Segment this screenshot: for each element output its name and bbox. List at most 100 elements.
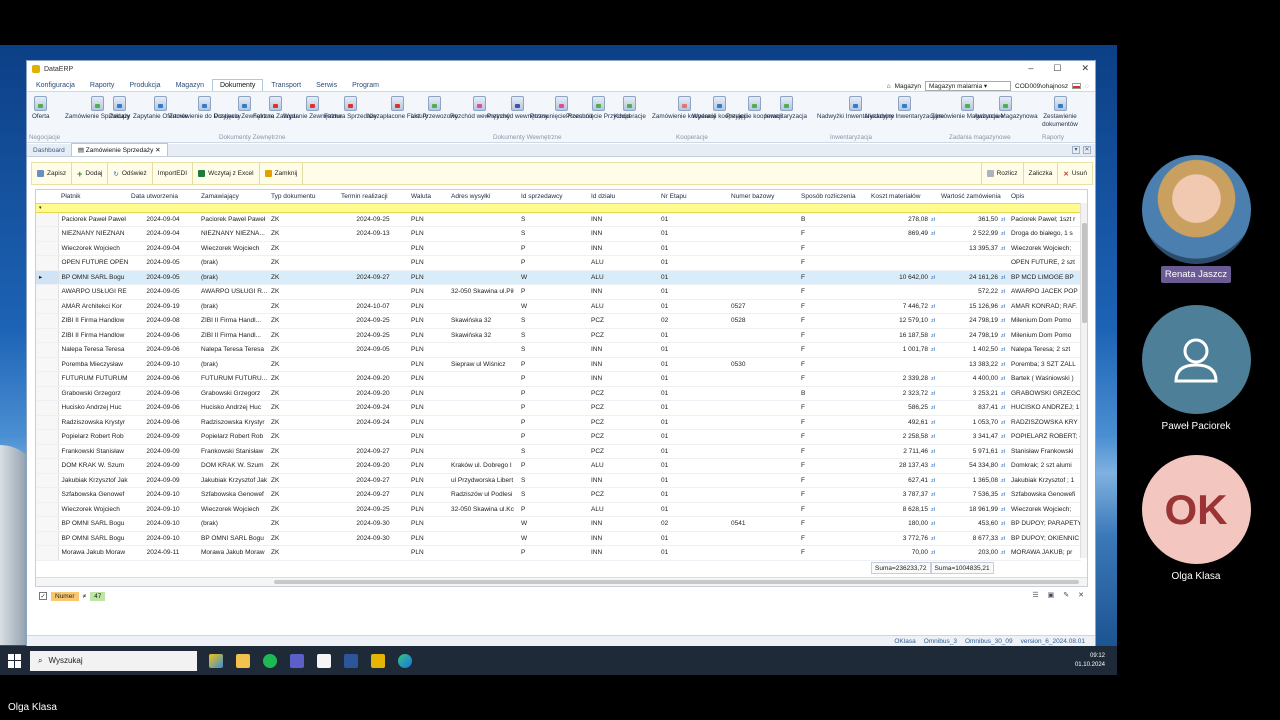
close-icon[interactable]: ✕ bbox=[1083, 146, 1091, 154]
document-icon[interactable] bbox=[317, 653, 331, 668]
row-indicator[interactable] bbox=[36, 284, 59, 300]
filter-cell[interactable] bbox=[728, 203, 798, 213]
row-indicator[interactable] bbox=[36, 299, 59, 314]
taskbar-clock[interactable]: 09:12 01.10.2024 bbox=[1075, 652, 1105, 670]
row-indicator[interactable] bbox=[36, 241, 59, 256]
close-doc-button[interactable]: Zamknij bbox=[260, 163, 304, 184]
filter-cell[interactable] bbox=[868, 203, 938, 213]
column-header[interactable]: Id działu bbox=[588, 190, 658, 204]
filter-cell[interactable] bbox=[938, 203, 1008, 213]
row-indicator[interactable] bbox=[36, 444, 59, 459]
column-header[interactable]: Opis bbox=[1008, 190, 1081, 204]
filter-cell[interactable] bbox=[658, 203, 728, 213]
column-header[interactable]: Sposób rozliczenia bbox=[798, 190, 868, 204]
warehouse-select[interactable]: Magazyn malarnia ▾ bbox=[925, 81, 1011, 91]
save-button[interactable]: Zapisz bbox=[32, 163, 73, 184]
filter-cell[interactable] bbox=[268, 203, 338, 213]
filter-cell[interactable] bbox=[338, 203, 408, 213]
row-indicator[interactable] bbox=[36, 226, 59, 242]
menu-item-2[interactable]: Produkcja bbox=[122, 80, 167, 91]
filter-cell[interactable] bbox=[448, 203, 518, 213]
filter-cell[interactable] bbox=[1008, 203, 1081, 213]
table-row[interactable]: FUTURUM FUTURUM 2024-09-06 FUTURUM FUTURU.… bbox=[36, 371, 1081, 387]
column-header[interactable]: Id sprzedawcy bbox=[518, 190, 588, 204]
filter-cell[interactable] bbox=[518, 203, 588, 213]
table-row[interactable]: Nalepa Teresa Teresa 2024-09-06 Nalepa Ter… bbox=[36, 342, 1081, 358]
row-indicator[interactable] bbox=[36, 531, 59, 546]
table-row[interactable]: AWARPO USŁUGI RE 2024-09-05 AWARPO USŁUGI … bbox=[36, 284, 1081, 300]
row-indicator[interactable] bbox=[36, 400, 59, 416]
home-icon[interactable]: ⌂ bbox=[887, 83, 891, 90]
column-header[interactable]: Płatnik bbox=[58, 190, 128, 204]
column-header[interactable]: Termin realizacji bbox=[338, 190, 408, 204]
row-indicator[interactable] bbox=[36, 545, 59, 561]
vertical-scrollbar[interactable] bbox=[1080, 203, 1087, 558]
table-row[interactable]: DOM KRAK W. Szum 2024-09-09 DOM KRAK W. Sz… bbox=[36, 458, 1081, 474]
help-icon[interactable]: ◌ bbox=[1085, 83, 1089, 90]
maximize-button[interactable]: ☐ bbox=[1053, 63, 1061, 74]
delete-button[interactable]: ✕ Usuń bbox=[1057, 163, 1092, 184]
windows-start-icon[interactable] bbox=[8, 653, 22, 668]
filter-cell[interactable]: ▾ bbox=[36, 203, 58, 213]
table-row[interactable]: BP OMNI SARL Bogu 2024-09-10 (brak) ZK 2024-… bbox=[36, 516, 1081, 532]
menu-item-5[interactable]: Transport bbox=[264, 80, 308, 91]
horizontal-scrollbar[interactable] bbox=[36, 577, 1087, 586]
refresh-button[interactable]: ↻ Odśwież bbox=[108, 163, 153, 184]
hscroll-thumb[interactable] bbox=[274, 580, 1079, 584]
table-row[interactable]: Radziszowska Krystyr 2024-09-06 Radziszows… bbox=[36, 415, 1081, 430]
save-filter-icon[interactable]: ▣ bbox=[1048, 591, 1055, 599]
column-header[interactable]: Numer bazowy bbox=[728, 190, 798, 204]
row-indicator[interactable] bbox=[36, 516, 59, 532]
tab-dashboard[interactable]: Dashboard bbox=[27, 145, 71, 156]
participant-tile[interactable]: OK Olga Klasa bbox=[1127, 455, 1265, 582]
table-row[interactable]: AMAR Architekci Kor 2024-09-19 (brak) ZK 202… bbox=[36, 299, 1081, 314]
table-row[interactable]: Grabowski Grzegorz 2024-09-06 Grabowski Gr… bbox=[36, 386, 1081, 401]
ribbon-button-24[interactable]: Zestawienie dokumentów bbox=[1025, 96, 1095, 128]
menu-item-1[interactable]: Raporty bbox=[83, 80, 122, 91]
filter-row[interactable]: ▾ bbox=[36, 203, 1081, 213]
row-indicator[interactable] bbox=[36, 386, 59, 401]
row-indicator[interactable] bbox=[36, 357, 59, 372]
dataerp-taskbar-icon[interactable] bbox=[371, 653, 385, 668]
scroll-thumb[interactable] bbox=[1082, 223, 1087, 323]
taskbar-search[interactable]: ⌕ Wyszukaj bbox=[30, 650, 197, 671]
filter-cell[interactable] bbox=[798, 203, 868, 213]
menu-item-3[interactable]: Magazyn bbox=[169, 80, 211, 91]
column-header[interactable]: Zamawiający bbox=[198, 190, 268, 204]
row-indicator[interactable] bbox=[36, 458, 59, 474]
row-indicator[interactable]: ▸ bbox=[36, 270, 59, 285]
chevron-down-icon[interactable]: ▾ bbox=[1072, 146, 1080, 154]
teams-icon[interactable] bbox=[290, 653, 304, 668]
filter-cell[interactable] bbox=[128, 203, 198, 213]
settle-button[interactable]: Rozlicz bbox=[980, 163, 1023, 184]
table-row[interactable]: Popielarz Robert Rob 2024-09-09 Popielarz … bbox=[36, 429, 1081, 445]
menu-item-0[interactable]: Konfiguracja bbox=[29, 80, 82, 91]
table-row[interactable]: Wieczorek Wojciech 2024-09-04 Wieczorek Wo… bbox=[36, 241, 1081, 256]
table-row[interactable]: Szfabowska Genowef 2024-09-10 Szfabowska G… bbox=[36, 487, 1081, 503]
table-row[interactable]: Wieczorek Wojciech 2024-09-10 Wieczorek Wo… bbox=[36, 502, 1081, 517]
column-header[interactable]: Adres wysyłki bbox=[448, 190, 518, 204]
close-tab-icon[interactable]: ✕ bbox=[155, 147, 160, 154]
row-indicator[interactable] bbox=[36, 342, 59, 358]
advance-button[interactable]: Zaliczka bbox=[1022, 163, 1058, 184]
close-button[interactable]: ✕ bbox=[1081, 63, 1089, 74]
file-explorer-icon[interactable] bbox=[236, 653, 250, 668]
row-indicator[interactable] bbox=[36, 473, 59, 488]
row-indicator[interactable] bbox=[36, 429, 59, 445]
load-excel-button[interactable]: Wczytaj z Excel bbox=[193, 163, 260, 184]
menu-item-4[interactable]: Dokumenty bbox=[211, 79, 264, 91]
ribbon-button-19[interactable]: Inwentaryzacja bbox=[765, 96, 807, 121]
table-row[interactable]: Poremba Mieczysław 2024-09-10 (brak) ZK PLN S… bbox=[36, 357, 1081, 372]
minimize-button[interactable]: – bbox=[1028, 63, 1033, 74]
ribbon-button-0[interactable]: Oferta bbox=[32, 96, 50, 121]
table-row[interactable]: NIEZNANY NIEZNAN 2024-09-04 NIEZNANY NIEZN… bbox=[36, 226, 1081, 242]
clear-filter-icon[interactable]: ✕ bbox=[1078, 591, 1084, 599]
tab-zamowienie-sprzedazy[interactable]: ▤ Zamówienie Sprzedaży ✕ bbox=[70, 143, 168, 156]
list-icon[interactable]: ☰ bbox=[1032, 591, 1038, 599]
row-indicator[interactable] bbox=[36, 415, 59, 430]
filter-checkbox[interactable]: ✓ bbox=[39, 592, 47, 600]
row-indicator[interactable] bbox=[36, 502, 59, 517]
photos-app-icon[interactable] bbox=[209, 653, 223, 668]
table-row[interactable]: Frankowski Stanisław 2024-09-09 Frankowski… bbox=[36, 444, 1081, 459]
table-row[interactable]: Morawa Jakub Moraw 2024-09-11 Morawa Jakub… bbox=[36, 545, 1081, 561]
